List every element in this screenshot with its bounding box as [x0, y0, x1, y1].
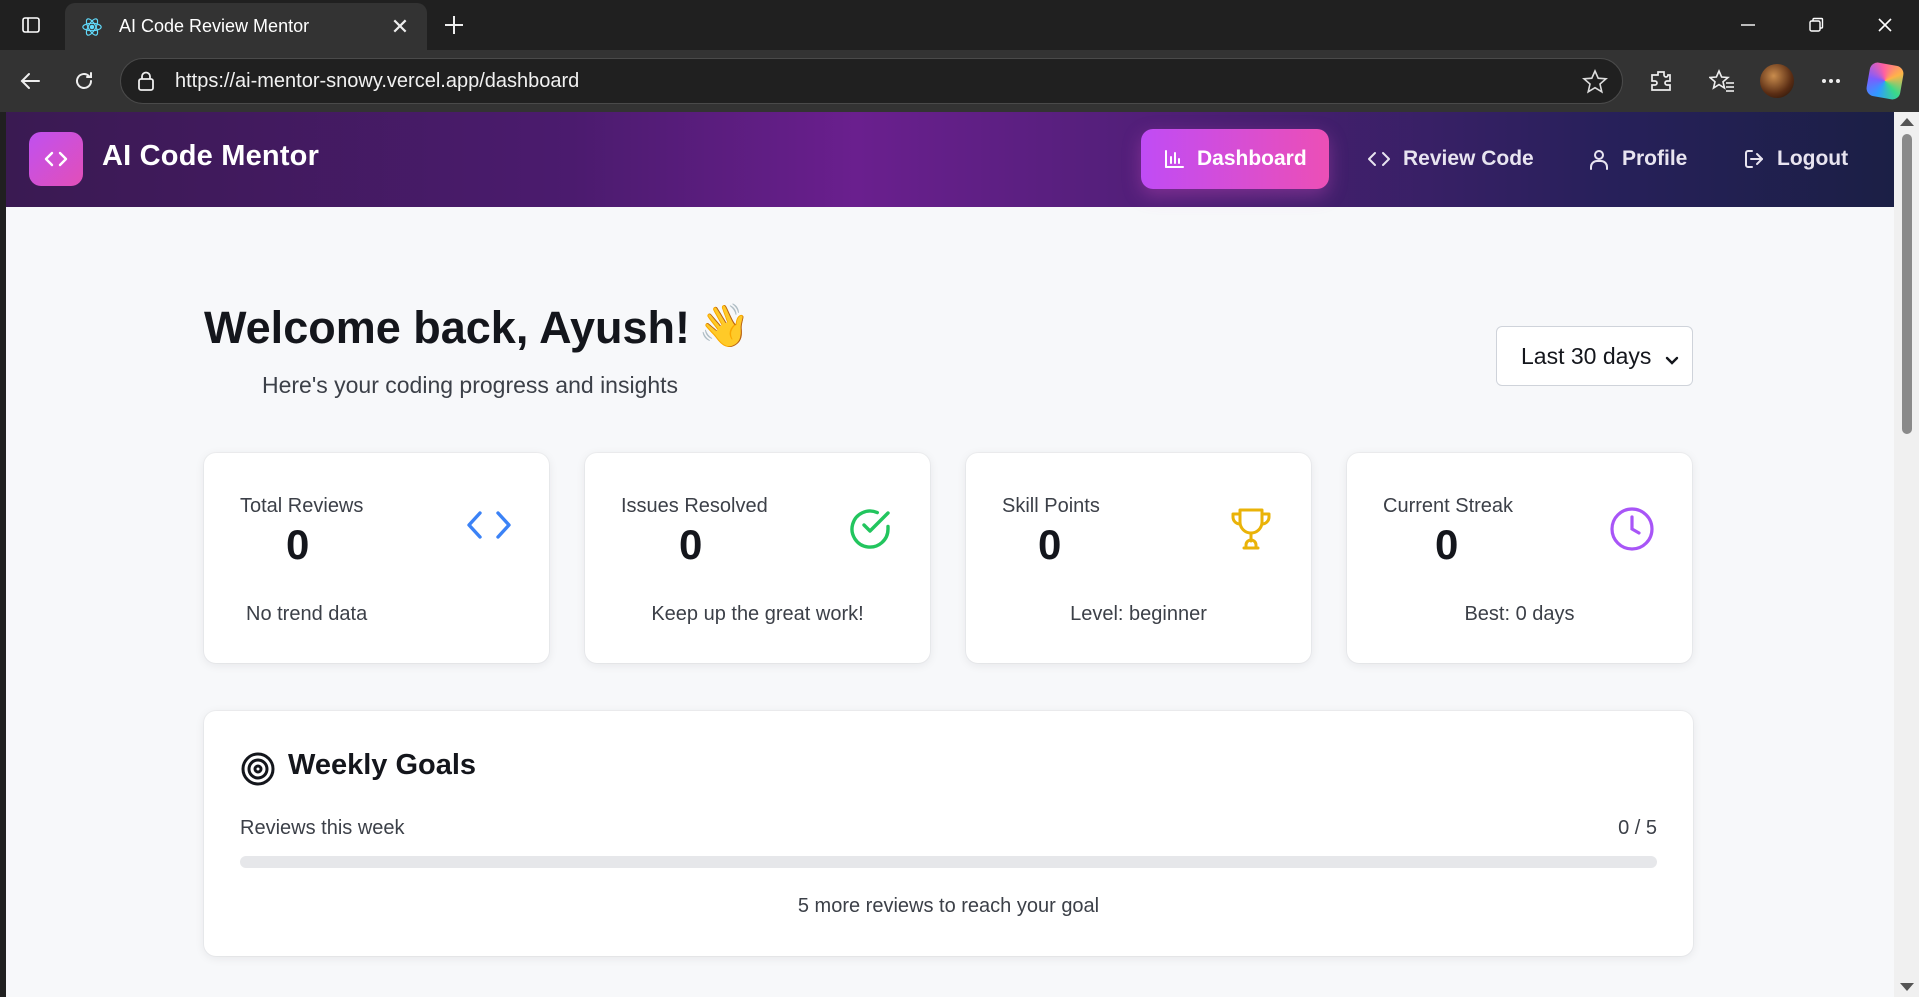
waving-hand-emoji: 👋 [698, 302, 751, 349]
stat-card-issues-resolved: Issues Resolved 0 Keep up the great work… [585, 453, 930, 663]
nav-logout-label: Logout [1777, 147, 1849, 170]
nav-review-code-label: Review Code [1403, 147, 1534, 170]
target-icon [240, 751, 276, 792]
favorites-icon[interactable] [1705, 64, 1739, 98]
tab-actions-icon[interactable] [8, 0, 54, 50]
extensions-icon[interactable] [1644, 64, 1678, 98]
nav-profile-label: Profile [1622, 147, 1688, 170]
stat-card-total-reviews: Total Reviews 0 No trend data [204, 453, 549, 663]
url-text: https://ai-mentor-snowy.vercel.app/dashb… [175, 69, 580, 92]
page-viewport: AI Code Mentor Dashboard Review Code Pro… [6, 112, 1894, 997]
stat-footer: Keep up the great work! [651, 603, 864, 625]
back-icon[interactable] [13, 64, 47, 98]
stat-footer: Level: beginner [1070, 603, 1207, 625]
favorite-star-icon[interactable] [1582, 69, 1608, 101]
chevron-down-icon [1664, 347, 1680, 374]
code-icon [1368, 152, 1390, 166]
profile-avatar[interactable] [1760, 64, 1794, 98]
address-bar[interactable]: https://ai-mentor-snowy.vercel.app/dashb… [120, 58, 1623, 104]
date-range-select[interactable]: Last 30 days [1496, 326, 1693, 386]
react-favicon-icon [79, 14, 105, 40]
user-icon [1590, 150, 1608, 170]
scrollbar-thumb[interactable] [1902, 134, 1912, 434]
nav-logout[interactable]: Logout [1721, 129, 1870, 189]
lock-icon [137, 71, 159, 91]
minimize-icon[interactable] [1725, 0, 1771, 50]
scroll-up-icon[interactable] [1900, 118, 1914, 126]
tab-title: AI Code Review Mentor [119, 16, 310, 36]
stat-value: 0 [1038, 521, 1062, 568]
bar-chart-icon [1165, 150, 1184, 168]
weekly-goals-card: Weekly Goals Reviews this week 0 / 5 5 m… [204, 711, 1693, 956]
app-header: AI Code Mentor Dashboard Review Code Pro… [6, 112, 1894, 207]
stat-label: Skill Points [1002, 495, 1100, 517]
goal-note: 5 more reviews to reach your goal [797, 895, 1100, 917]
stat-value: 0 [679, 521, 703, 568]
restore-icon[interactable] [1793, 0, 1839, 50]
page-title: Welcome back, Ayush! [204, 302, 690, 353]
goal-label: Reviews this week [240, 817, 405, 839]
scroll-down-icon[interactable] [1900, 983, 1914, 991]
more-menu-icon[interactable] [1814, 64, 1848, 98]
stat-footer: Best: 0 days [1464, 603, 1575, 625]
check-circle-icon [846, 505, 894, 558]
page-subtitle: Here's your coding progress and insights [262, 372, 679, 398]
browser-tab-bar: AI Code Review Mentor ✕ [0, 0, 1919, 50]
stat-label: Issues Resolved [621, 495, 768, 517]
brand-name[interactable]: AI Code Mentor [102, 140, 319, 173]
browser-toolbar: https://ai-mentor-snowy.vercel.app/dashb… [0, 50, 1919, 112]
nav-dashboard[interactable]: Dashboard [1141, 129, 1329, 189]
close-window-icon[interactable] [1862, 0, 1908, 50]
stat-value: 0 [286, 521, 310, 568]
close-tab-icon[interactable]: ✕ [387, 14, 413, 40]
new-tab-icon[interactable] [437, 8, 471, 42]
goal-count: 0 / 5 [1618, 817, 1657, 839]
stat-value: 0 [1435, 521, 1459, 568]
stat-card-skill-points: Skill Points 0 Level: beginner [966, 453, 1311, 663]
browser-tab[interactable]: AI Code Review Mentor ✕ [65, 3, 427, 50]
trophy-icon [1227, 505, 1275, 558]
stat-footer: No trend data [246, 603, 368, 625]
nav-review-code[interactable]: Review Code [1345, 129, 1556, 189]
stat-card-current-streak: Current Streak 0 Best: 0 days [1347, 453, 1692, 663]
logout-icon [1745, 150, 1763, 168]
nav-profile[interactable]: Profile [1566, 129, 1709, 189]
code-icon [465, 505, 513, 550]
weekly-goals-title: Weekly Goals [288, 749, 477, 781]
stat-label: Total Reviews [240, 495, 364, 517]
page-scrollbar[interactable] [1894, 112, 1919, 997]
nav-dashboard-label: Dashboard [1197, 147, 1307, 170]
stat-label: Current Streak [1383, 495, 1514, 517]
copilot-icon[interactable] [1865, 61, 1905, 101]
goal-progress-bar [240, 856, 1657, 868]
logo-code-icon[interactable] [29, 132, 83, 186]
date-range-value: Last 30 days [1521, 342, 1652, 369]
refresh-icon[interactable] [67, 64, 101, 98]
clock-icon [1608, 505, 1656, 558]
